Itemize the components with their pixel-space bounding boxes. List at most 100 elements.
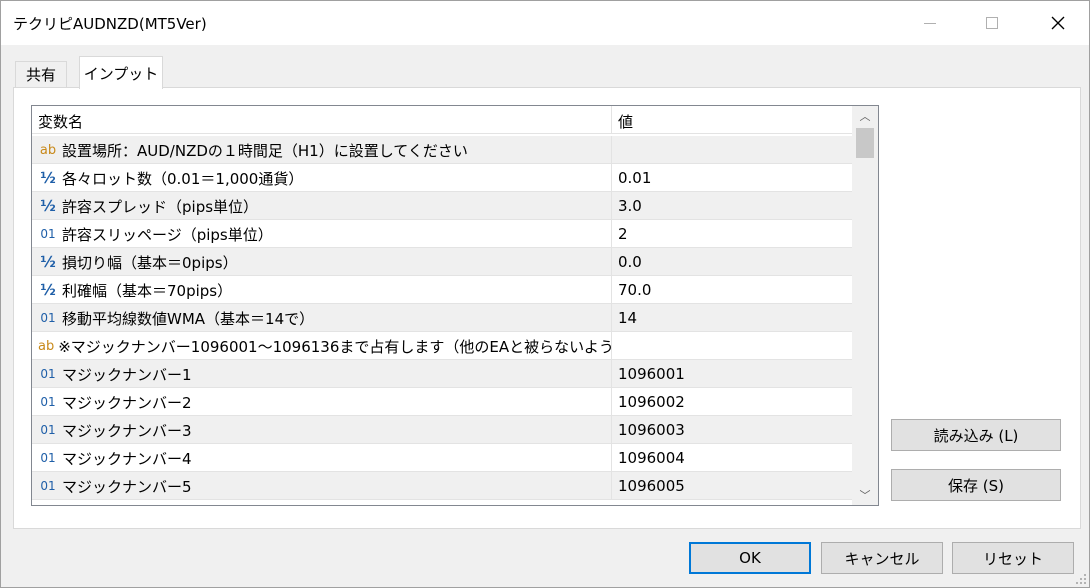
table-row[interactable]: ab 設置場所：AUD/NZDの１時間足（H1）に設置してください [32, 136, 852, 164]
parameter-value: 1096002 [618, 393, 685, 411]
parameter-name: 許容スリッページ（pips単位） [62, 225, 273, 244]
parameter-value-cell[interactable]: 1096003 [613, 416, 852, 444]
parameter-name-cell[interactable]: 01 マジックナンバー5 [32, 472, 612, 500]
parameter-value: 0.0 [618, 253, 642, 271]
parameter-name: 許容スプレッド（pips単位） [62, 197, 259, 216]
parameter-name: 利確幅（基本＝70pips） [62, 281, 233, 300]
parameter-name: 各々ロット数（0.01＝1,000通貨） [62, 169, 304, 188]
tab-inputs-label: インプット [83, 64, 159, 83]
table-row[interactable]: 01 マジックナンバー1 1096001 [32, 360, 852, 388]
tab-common[interactable]: 共有 [15, 61, 67, 87]
table-row[interactable]: ½ 許容スプレッド（pips単位） 3.0 [32, 192, 852, 220]
string-type-icon: ab [38, 338, 55, 354]
tab-common-label: 共有 [25, 66, 56, 84]
parameter-value: 14 [618, 309, 638, 327]
parameter-value: 2 [618, 225, 628, 243]
parameter-name-cell[interactable]: 01 マジックナンバー3 [32, 416, 612, 444]
maximize-icon [986, 17, 998, 29]
cancel-button[interactable]: キャンセル [821, 542, 943, 574]
parameter-name: マジックナンバー2 [62, 393, 192, 412]
table-row[interactable]: 01 許容スリッページ（pips単位） 2 [32, 220, 852, 248]
parameter-name: 設置場所：AUD/NZDの１時間足（H1）に設置してください [62, 141, 468, 160]
double-type-icon: ½ [40, 281, 56, 299]
chevron-up-icon: ︿ [859, 110, 871, 123]
parameter-name: マジックナンバー3 [62, 421, 192, 440]
column-header-value[interactable]: 値 [613, 106, 852, 134]
title-bar: テクリピAUDNZD(MT5Ver) [1, 1, 1089, 45]
parameter-value: 1096004 [618, 449, 685, 467]
parameter-name: マジックナンバー4 [62, 449, 192, 468]
parameter-name-cell[interactable]: ½ 各々ロット数（0.01＝1,000通貨） [32, 164, 612, 192]
reset-button[interactable]: リセット [952, 542, 1074, 574]
parameter-name-cell[interactable]: ½ 許容スプレッド（pips単位） [32, 192, 612, 220]
double-type-icon: ½ [40, 169, 56, 187]
parameter-name: 損切り幅（基本＝0pips） [62, 253, 238, 272]
scroll-up-button[interactable]: ︿ [852, 106, 878, 126]
integer-type-icon: 01 [40, 367, 56, 381]
table-row[interactable]: 01 マジックナンバー3 1096003 [32, 416, 852, 444]
parameter-name-cell[interactable]: 01 マジックナンバー4 [32, 444, 612, 472]
parameter-name: マジックナンバー5 [62, 477, 192, 496]
ok-button[interactable]: OK [689, 542, 811, 574]
close-button[interactable] [1035, 1, 1081, 45]
table-row[interactable]: ½ 損切り幅（基本＝0pips） 0.0 [32, 248, 852, 276]
parameter-name-cell[interactable]: ½ 損切り幅（基本＝0pips） [32, 248, 612, 276]
parameter-name-cell[interactable]: 01 許容スリッページ（pips単位） [32, 220, 612, 248]
parameter-name-cell[interactable]: 01 移動平均線数値WMA（基本＝14で） [32, 304, 612, 332]
parameter-name-cell[interactable]: ab ※マジックナンバー1096001～1096136まで占有します（他のEAと被… [32, 332, 612, 360]
integer-type-icon: 01 [40, 423, 56, 437]
parameter-value-cell[interactable]: 1096002 [613, 388, 852, 416]
string-type-icon: ab [39, 142, 57, 158]
table-row[interactable]: ½ 各々ロット数（0.01＝1,000通貨） 0.01 [32, 164, 852, 192]
parameter-name-cell[interactable]: ab 設置場所：AUD/NZDの１時間足（H1）に設置してください [32, 136, 612, 164]
integer-type-icon: 01 [40, 479, 56, 493]
minimize-button[interactable] [907, 1, 953, 45]
resize-grip-icon[interactable] [1073, 571, 1087, 585]
parameter-value-cell[interactable]: 0.0 [613, 248, 852, 276]
parameter-value-cell[interactable]: 2 [613, 220, 852, 248]
table-header: 変数名 値 [32, 106, 852, 134]
parameter-value-cell[interactable]: 0.01 [613, 164, 852, 192]
load-button[interactable]: 読み込み (L) [891, 419, 1061, 451]
table-row[interactable]: 01 移動平均線数値WMA（基本＝14で） 14 [32, 304, 852, 332]
parameter-name-cell[interactable]: 01 マジックナンバー2 [32, 388, 612, 416]
tab-inputs[interactable]: インプット [79, 56, 163, 89]
parameter-name-cell[interactable]: ½ 利確幅（基本＝70pips） [32, 276, 612, 304]
parameter-value-cell[interactable]: 3.0 [613, 192, 852, 220]
double-type-icon: ½ [40, 253, 56, 271]
integer-type-icon: 01 [40, 311, 56, 325]
parameter-value: 1096003 [618, 421, 685, 439]
table-row[interactable]: 01 マジックナンバー5 1096005 [32, 472, 852, 500]
parameter-value-cell[interactable]: 70.0 [613, 276, 852, 304]
parameter-name: ※マジックナンバー1096001～1096136まで占有します（他のEAと被らな… [58, 337, 612, 356]
integer-type-icon: 01 [40, 395, 56, 409]
parameter-value: 3.0 [618, 197, 642, 215]
integer-type-icon: 01 [40, 451, 56, 465]
close-icon [1051, 16, 1065, 30]
integer-type-icon: 01 [40, 227, 56, 241]
minimize-icon [924, 22, 936, 24]
table-row[interactable]: ½ 利確幅（基本＝70pips） 70.0 [32, 276, 852, 304]
parameter-value-cell[interactable] [613, 332, 852, 360]
dialog-window: テクリピAUDNZD(MT5Ver) 共有 インプット 変数名 値 ab 設置場所… [0, 0, 1090, 588]
inputs-table: 変数名 値 ab 設置場所：AUD/NZDの１時間足（H1）に設置してください ½ 各… [31, 105, 879, 506]
maximize-button[interactable] [969, 1, 1015, 45]
scroll-down-button[interactable]: ﹀ [852, 485, 878, 505]
parameter-value-cell[interactable]: 1096001 [613, 360, 852, 388]
save-button[interactable]: 保存 (S) [891, 469, 1061, 501]
table-row[interactable]: ab ※マジックナンバー1096001～1096136まで占有します（他のEAと被… [32, 332, 852, 360]
column-header-name[interactable]: 変数名 [32, 106, 612, 134]
parameter-value: 1096005 [618, 477, 685, 495]
parameter-value-cell[interactable] [613, 136, 852, 164]
parameter-name: 移動平均線数値WMA（基本＝14で） [62, 309, 315, 328]
parameter-name-cell[interactable]: 01 マジックナンバー1 [32, 360, 612, 388]
parameter-value-cell[interactable]: 14 [613, 304, 852, 332]
parameter-value-cell[interactable]: 1096005 [613, 472, 852, 500]
parameter-value: 70.0 [618, 281, 652, 299]
table-row[interactable]: 01 マジックナンバー2 1096002 [32, 388, 852, 416]
scroll-thumb[interactable] [856, 128, 874, 158]
table-row[interactable]: 01 マジックナンバー4 1096004 [32, 444, 852, 472]
parameter-value-cell[interactable]: 1096004 [613, 444, 852, 472]
chevron-down-icon: ﹀ [859, 489, 871, 502]
vertical-scrollbar[interactable]: ︿ ﹀ [852, 106, 878, 505]
